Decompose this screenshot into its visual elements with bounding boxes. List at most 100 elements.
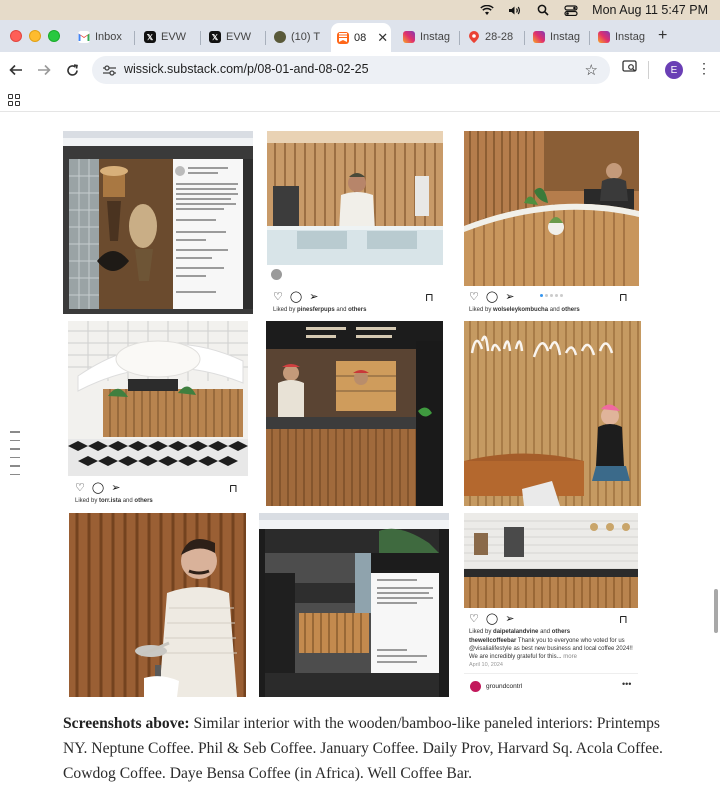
liked-user[interactable]: daipetalandvine <box>493 629 538 635</box>
apps-grid-icon[interactable] <box>8 94 20 106</box>
tab-label: 28-28 <box>485 31 514 43</box>
gmail-icon <box>78 31 90 43</box>
close-tab-icon[interactable]: ✕ <box>377 30 388 46</box>
minimize-window-button[interactable] <box>29 30 41 42</box>
caption-user[interactable]: thewellcoffeebar <box>469 638 516 644</box>
screenshot-image-printemps <box>63 131 253 314</box>
save-bookmark-icon[interactable]: ⊓ <box>619 291 628 304</box>
divider <box>464 673 638 674</box>
liked-by-text: Liked by pinesferpups and others <box>273 307 366 313</box>
heart-icon[interactable]: ♡ <box>469 612 479 625</box>
tab-divider <box>589 31 590 45</box>
reload-icon[interactable] <box>62 60 82 80</box>
liked-suffix: and <box>122 498 133 504</box>
substack-icon <box>337 31 349 44</box>
tab-label: EVW <box>161 31 187 43</box>
photo-january-coffee <box>68 321 248 476</box>
profile-avatar-icon <box>271 269 282 280</box>
photo-acola-coffee <box>464 321 641 506</box>
browser-tab-strip: Inbox 𝕏 EVW 𝕏 EVW (10) T 08 ✕ Instag 28-… <box>0 20 720 52</box>
heart-icon[interactable]: ♡ <box>469 290 479 303</box>
tab-maps[interactable]: 28-28 <box>462 25 524 49</box>
save-bookmark-icon[interactable]: ⊓ <box>229 482 238 495</box>
macos-menubar: Mon Aug 11 5:47 PM <box>0 0 720 20</box>
bookmarks-bar <box>0 88 720 112</box>
share-icon[interactable]: ➢ <box>505 290 514 303</box>
save-bookmark-icon[interactable]: ⊓ <box>425 291 434 304</box>
x-icon: 𝕏 <box>144 31 156 43</box>
bookmark-star-icon[interactable]: ☆ <box>585 61 598 79</box>
comment-icon[interactable]: ◯ <box>92 481 104 494</box>
new-tab-icon[interactable]: + <box>658 27 667 45</box>
share-icon[interactable]: ➢ <box>111 481 120 494</box>
tab-inbox[interactable]: Inbox <box>72 25 134 49</box>
photo-cowdog-coffee <box>69 513 246 697</box>
printemps-interior-illustration <box>63 131 253 314</box>
liked-others[interactable]: others <box>348 307 366 313</box>
liked-prefix: Liked by <box>273 307 296 313</box>
site-settings-icon[interactable] <box>102 63 116 77</box>
forward-arrow-icon[interactable] <box>34 60 54 80</box>
save-bookmark-icon[interactable]: ⊓ <box>619 613 628 626</box>
address-bar[interactable]: wissick.substack.com/p/08-01-and-08-02-2… <box>92 56 610 84</box>
liked-suffix: and <box>549 307 560 313</box>
tab-evw-1[interactable]: 𝕏 EVW <box>138 25 200 49</box>
heart-icon[interactable]: ♡ <box>75 481 85 494</box>
share-icon[interactable]: ➢ <box>309 290 318 303</box>
photo-daily-prov <box>266 321 443 506</box>
x-icon: 𝕏 <box>209 31 221 43</box>
heart-icon[interactable]: ♡ <box>273 290 283 303</box>
liked-others[interactable]: others <box>552 629 570 635</box>
liked-suffix: and <box>540 629 551 635</box>
cowdog-barista-illustration <box>69 513 246 697</box>
comment-icon[interactable]: ◯ <box>486 612 498 625</box>
well-coffee-bar-illustration <box>464 513 638 608</box>
tab-instagram-2[interactable]: Instag <box>527 25 589 49</box>
comment-icon[interactable]: ◯ <box>290 290 302 303</box>
liked-others[interactable]: others <box>561 307 579 313</box>
zoom-window-button[interactable] <box>48 30 60 42</box>
comment-icon[interactable]: ◯ <box>486 290 498 303</box>
tab-divider <box>459 31 460 45</box>
instagram-icon <box>533 31 545 43</box>
more-link[interactable]: more <box>563 654 577 660</box>
instagram-action-bar: ♡ ◯ ➢ <box>469 612 514 625</box>
profile-avatar[interactable]: E <box>665 61 683 79</box>
back-arrow-icon[interactable] <box>6 60 26 80</box>
control-center-icon[interactable] <box>564 4 578 16</box>
carousel-dots <box>540 294 563 297</box>
table-of-contents-indicator[interactable] <box>10 431 20 475</box>
tab-label: Instag <box>420 31 450 43</box>
site-icon <box>274 31 286 43</box>
wifi-icon[interactable] <box>480 4 494 16</box>
share-icon[interactable]: ➢ <box>505 612 514 625</box>
tab-evw-2[interactable]: 𝕏 EVW <box>203 25 265 49</box>
tab-divider <box>200 31 201 45</box>
liked-user[interactable]: pinesferpups <box>297 307 335 313</box>
tab-instagram-3[interactable]: Instag <box>592 25 654 49</box>
close-window-button[interactable] <box>10 30 22 42</box>
page-scrollbar[interactable] <box>714 589 718 633</box>
tab-divider <box>134 31 135 45</box>
tab-search-icon[interactable] <box>622 60 637 76</box>
article-content: ♡ ◯ ➢ ⊓ Liked by pinesferpups and others <box>0 113 720 800</box>
tab-label: Inbox <box>95 31 122 43</box>
tab-label: EVW <box>226 31 252 43</box>
volume-icon[interactable] <box>508 4 522 16</box>
tab-substack-active[interactable]: 08 ✕ <box>331 23 391 52</box>
instagram-action-bar: ♡ ◯ ➢ <box>75 481 120 494</box>
search-icon[interactable] <box>536 4 550 16</box>
january-coffee-illustration <box>68 321 248 476</box>
profile-name[interactable]: groundcontrl <box>486 683 522 690</box>
liked-others[interactable]: others <box>134 498 152 504</box>
screenshot-image-daye-bensa <box>259 513 449 697</box>
liked-by-text: Liked by daipetalandvine and others <box>469 629 570 635</box>
liked-user[interactable]: torr.ista <box>99 498 121 504</box>
tab-site[interactable]: (10) T <box>268 25 330 49</box>
url-text[interactable]: wissick.substack.com/p/08-01-and-08-02-2… <box>124 62 369 76</box>
more-options-icon[interactable]: ••• <box>622 679 631 689</box>
menu-kebab-icon[interactable]: ⋮ <box>697 60 711 77</box>
tab-instagram-1[interactable]: Instag <box>397 25 459 49</box>
menubar-clock[interactable]: Mon Aug 11 5:47 PM <box>592 3 708 17</box>
liked-user[interactable]: wolseleykombucha <box>493 307 548 313</box>
